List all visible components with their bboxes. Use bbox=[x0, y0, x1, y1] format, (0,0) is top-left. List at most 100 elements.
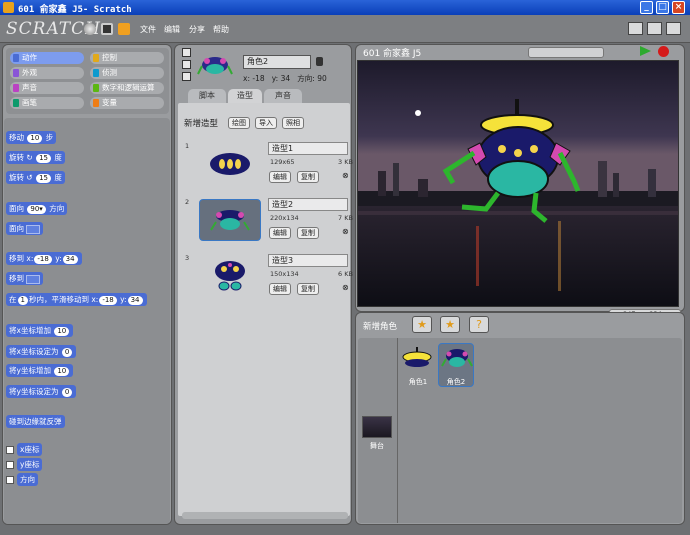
edit-costume-button[interactable]: 编辑 bbox=[269, 283, 291, 295]
sprite-coordinates: x: -18 y: 34 方向: 90 bbox=[243, 74, 327, 83]
share-icon[interactable] bbox=[118, 23, 130, 35]
x-position-reporter[interactable]: x座标 bbox=[17, 443, 43, 456]
rotate-cw-icon: ↻ bbox=[26, 153, 33, 162]
sprite-tools-toolbar[interactable] bbox=[528, 47, 604, 58]
direction-checkbox[interactable] bbox=[6, 476, 14, 484]
menu-help[interactable]: 帮助 bbox=[213, 24, 229, 35]
rotation-style-any-icon[interactable] bbox=[182, 48, 191, 57]
copy-costume-button[interactable]: 复制 bbox=[297, 227, 319, 239]
change-y-block[interactable]: 将y坐标增加 10 bbox=[6, 364, 74, 377]
category-control[interactable]: 控制 bbox=[90, 52, 164, 64]
presentation-view-button[interactable] bbox=[666, 22, 681, 35]
costume-size: 220x134 bbox=[270, 214, 299, 222]
new-costume-label: 新增造型 bbox=[184, 119, 219, 129]
stage-canvas[interactable] bbox=[357, 60, 679, 307]
stage-label: 舞台 bbox=[370, 442, 384, 450]
point-towards-block[interactable]: 面向 bbox=[6, 222, 44, 235]
category-variables[interactable]: 变量 bbox=[90, 97, 164, 109]
change-x-block[interactable]: 将x坐标增加 10 bbox=[6, 324, 74, 337]
tab-sounds[interactable]: 声音 bbox=[264, 89, 302, 103]
point-in-direction-block[interactable]: 面向 90▾ 方向 bbox=[6, 202, 68, 215]
menu-file[interactable]: 文件 bbox=[140, 24, 156, 35]
dropdown-slot bbox=[26, 224, 41, 234]
set-x-block[interactable]: 将x坐标设定为 0 bbox=[6, 345, 77, 358]
choose-sprite-from-file-button[interactable]: ★ bbox=[440, 316, 460, 333]
sprite-name: 角色1 bbox=[408, 378, 428, 386]
copy-costume-button[interactable]: 复制 bbox=[297, 171, 319, 183]
globe-language-icon[interactable] bbox=[84, 23, 96, 35]
close-window-button[interactable]: × bbox=[672, 1, 685, 14]
window-title-bar: 601 俞家鑫 J5- Scratch _ □ × bbox=[0, 0, 690, 15]
set-y-block[interactable]: 将y坐标设定为 0 bbox=[6, 385, 77, 398]
random-sprite-button[interactable]: ? bbox=[469, 316, 489, 333]
y-position-reporter[interactable]: y座标 bbox=[17, 458, 43, 471]
costume-name-field[interactable]: 造型2 bbox=[268, 198, 348, 211]
sprite-name: 角色2 bbox=[446, 378, 466, 386]
delete-costume-icon[interactable]: ⊗ bbox=[342, 171, 349, 180]
new-sprite-label: 新增角色 bbox=[363, 322, 398, 332]
import-costume-button[interactable]: 导入 bbox=[255, 117, 277, 129]
horizontal-scrollbar[interactable] bbox=[182, 512, 348, 519]
costume-number: 2 bbox=[185, 198, 190, 206]
turn-counterclockwise-block[interactable]: 旋转 ↺ 15 度 bbox=[6, 171, 65, 184]
rotation-style-flip-icon[interactable] bbox=[182, 60, 191, 69]
category-operators[interactable]: 数字和逻辑运算 bbox=[90, 82, 164, 94]
move-steps-block[interactable]: 移动 10 步 bbox=[6, 131, 57, 144]
stop-sign-icon[interactable] bbox=[658, 46, 669, 57]
costume-name-field[interactable]: 造型3 bbox=[268, 254, 348, 267]
x-position-checkbox[interactable] bbox=[6, 446, 14, 454]
green-flag-icon[interactable] bbox=[640, 46, 651, 56]
costume-number: 1 bbox=[185, 142, 190, 150]
rotation-style-none-icon[interactable] bbox=[182, 72, 191, 81]
costume-name-field[interactable]: 造型1 bbox=[268, 142, 348, 155]
edit-costume-button[interactable]: 编辑 bbox=[269, 171, 291, 183]
turn-clockwise-block[interactable]: 旋转 ↻ 15 度 bbox=[6, 151, 65, 164]
window-title: 601 俞家鑫 J5- Scratch bbox=[18, 5, 132, 15]
dropdown-slot bbox=[26, 274, 41, 284]
costume-filesize: 7 KB bbox=[338, 214, 353, 222]
category-sound[interactable]: 声音 bbox=[10, 82, 84, 94]
copy-costume-button[interactable]: 复制 bbox=[297, 283, 319, 295]
costume-size: 129x65 bbox=[270, 158, 295, 166]
stage-thumbnail[interactable] bbox=[362, 416, 392, 438]
category-motion[interactable]: 动作 bbox=[10, 52, 84, 64]
paint-costume-button[interactable]: 绘图 bbox=[228, 117, 250, 129]
small-stage-view-button[interactable] bbox=[628, 22, 643, 35]
delete-costume-icon[interactable]: ⊗ bbox=[342, 283, 349, 292]
costume-number: 3 bbox=[185, 254, 190, 262]
lock-icon[interactable] bbox=[316, 57, 323, 66]
menu-share[interactable]: 分享 bbox=[189, 24, 205, 35]
paint-new-sprite-button[interactable]: ★ bbox=[412, 316, 432, 333]
minimize-button[interactable]: _ bbox=[640, 1, 653, 14]
app-icon bbox=[3, 2, 14, 13]
save-disk-icon[interactable] bbox=[101, 23, 113, 35]
camera-costume-button[interactable]: 照相 bbox=[282, 117, 304, 129]
project-title: 601 俞家鑫 J5 bbox=[363, 49, 422, 59]
costume-thumbnail[interactable] bbox=[199, 143, 261, 185]
rotate-ccw-icon: ↺ bbox=[26, 173, 33, 182]
costume-filesize: 6 KB bbox=[338, 270, 353, 278]
maximize-button[interactable]: □ bbox=[656, 1, 669, 14]
sprite-name-field[interactable]: 角色2 bbox=[243, 55, 311, 69]
delete-costume-icon[interactable]: ⊗ bbox=[342, 227, 349, 236]
normal-stage-view-button[interactable] bbox=[647, 22, 662, 35]
go-to-block[interactable]: 移到 bbox=[6, 272, 44, 285]
costume-thumbnail[interactable] bbox=[199, 255, 261, 297]
costume-thumbnail-selected[interactable] bbox=[199, 199, 261, 241]
tab-scripts[interactable]: 脚本 bbox=[188, 89, 226, 103]
edit-costume-button[interactable]: 编辑 bbox=[269, 227, 291, 239]
category-pen[interactable]: 画笔 bbox=[10, 97, 84, 109]
category-looks[interactable]: 外观 bbox=[10, 67, 84, 79]
category-sensing[interactable]: 侦测 bbox=[90, 67, 164, 79]
tab-costumes[interactable]: 造型 bbox=[228, 89, 262, 103]
bounce-on-edge-block[interactable]: 碰到边缘就反弹 bbox=[6, 415, 65, 428]
sprite-thumbnail bbox=[197, 57, 233, 75]
block-categories: 动作 控制 外观 侦测 声音 数字和逻辑运算 画笔 变量 bbox=[6, 48, 169, 114]
costume-size: 150x134 bbox=[270, 270, 299, 278]
go-to-xy-block[interactable]: 移到 x: -18 y: 34 bbox=[6, 252, 82, 265]
y-position-checkbox[interactable] bbox=[6, 461, 14, 469]
menu-bar: SCRATCH 文件 编辑 分享 帮助 bbox=[0, 15, 690, 43]
menu-edit[interactable]: 编辑 bbox=[164, 24, 180, 35]
glide-block[interactable]: 在 1 秒内，平滑移动到 x: -18 y: 34 bbox=[6, 293, 147, 306]
direction-reporter[interactable]: 方向 bbox=[17, 473, 38, 486]
